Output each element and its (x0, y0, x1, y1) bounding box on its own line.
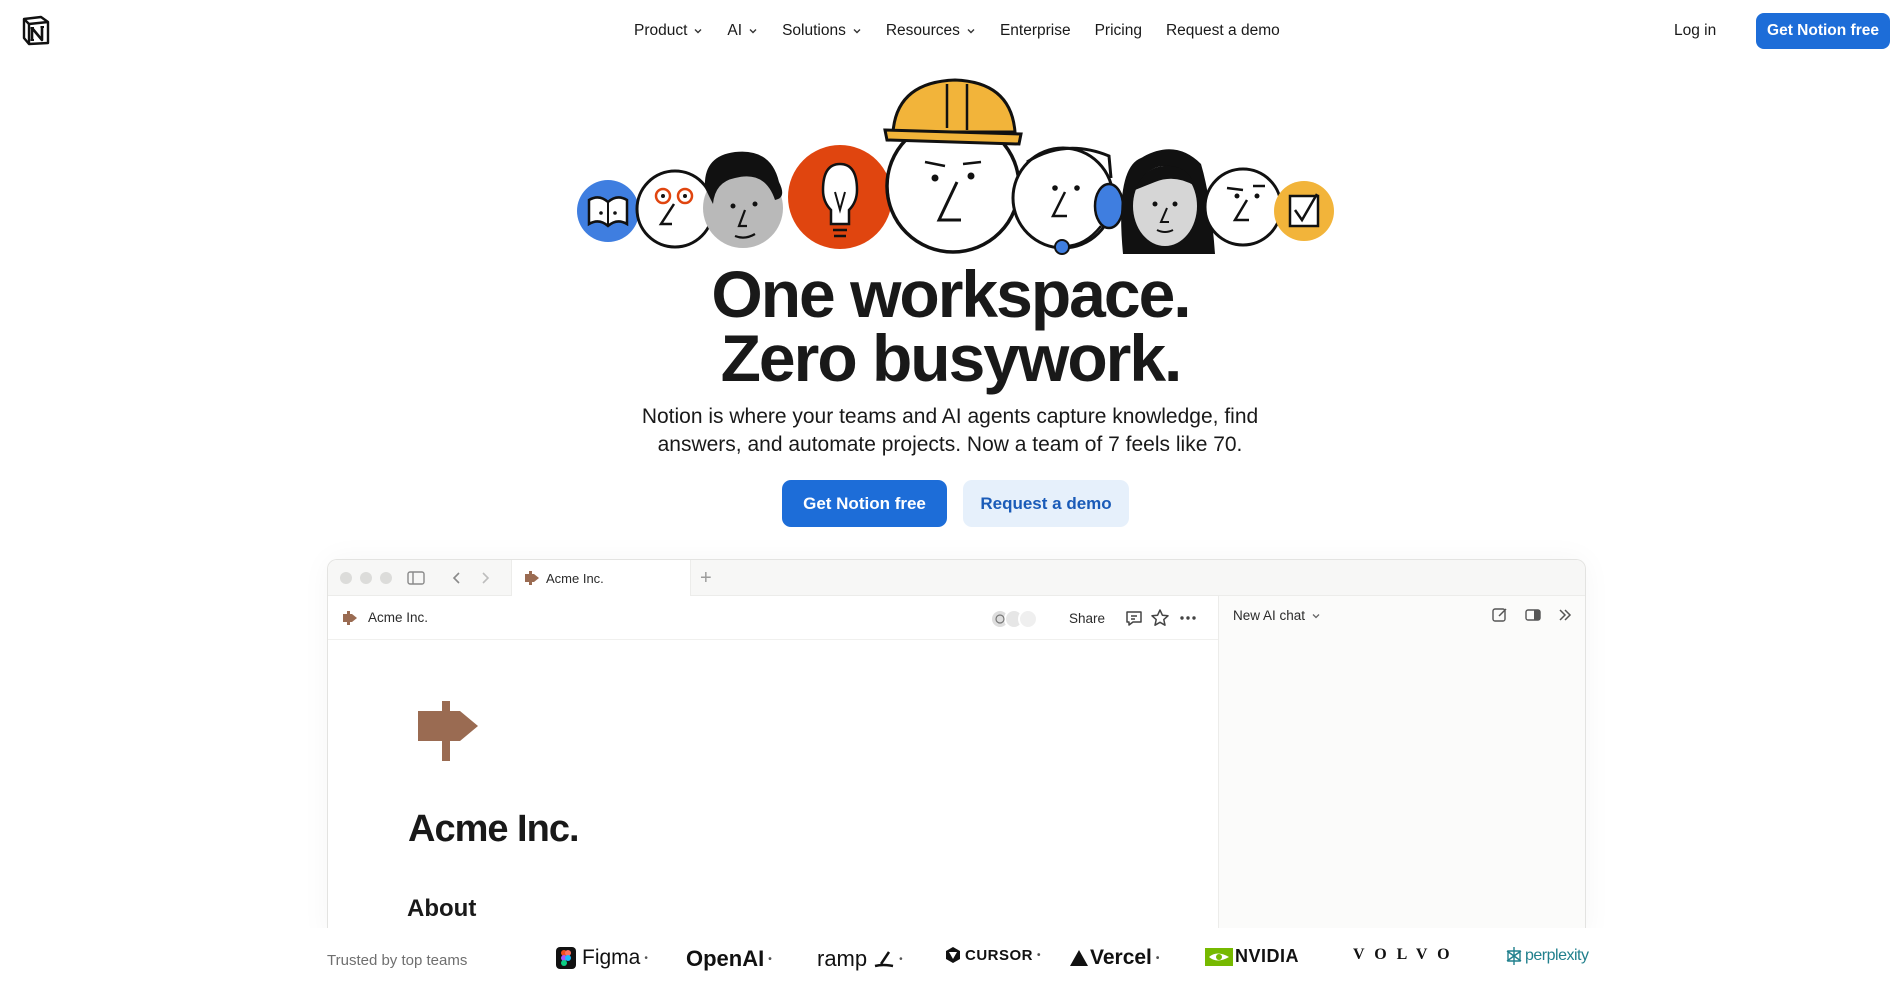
plain-face-icon (1203, 167, 1283, 247)
ramp-label: ramp (817, 946, 868, 971)
get-notion-free-button[interactable]: Get Notion free (782, 480, 947, 527)
app-window-preview: Acme Inc. + Acme Inc. Share Acme Inc. Ab… (327, 559, 1586, 939)
vercel-label: Vercel (1090, 946, 1152, 969)
perplexity-icon (1506, 947, 1522, 965)
star-icon[interactable] (1150, 608, 1170, 628)
nav-pricing[interactable]: Pricing (1083, 20, 1154, 42)
cursor-icon (946, 947, 960, 963)
new-tab-plus-icon[interactable]: + (700, 568, 712, 588)
hero-headline: One workspace. Zero busywork. (0, 257, 1901, 395)
nav-enterprise[interactable]: Enterprise (988, 20, 1083, 42)
headline-line-2: Zero busywork. (720, 321, 1183, 395)
collapse-panel-icon[interactable] (1556, 606, 1574, 624)
glasses-face-icon (635, 169, 715, 249)
nav-solutions-label: Solutions (782, 22, 846, 39)
ai-chat-title: New AI chat (1233, 608, 1306, 623)
volvo-label: VOLVO (1353, 946, 1460, 963)
hard-hat-face-icon (883, 78, 1023, 254)
share-button[interactable]: Share (1069, 611, 1105, 626)
window-minimize-dot[interactable] (360, 572, 372, 584)
ai-chat-panel: New AI chat (1219, 596, 1585, 939)
lightbulb-icon (788, 145, 892, 249)
back-arrow-icon[interactable] (448, 570, 466, 586)
perplexity-label: perplexity (1525, 947, 1589, 964)
signpost-icon (343, 610, 357, 625)
subtitle-line-2: answers, and automate projects. Now a te… (657, 433, 1243, 456)
openai-label: OpenAI (686, 946, 765, 971)
page-topbar: Acme Inc. Share (328, 596, 1218, 640)
chevron-down-icon (1312, 613, 1320, 618)
nav-solutions[interactable]: Solutions (770, 20, 874, 42)
cursor-logo: CURSOR • (945, 946, 1041, 964)
figma-label: Figma (582, 946, 641, 969)
headline-line-1: One workspace. (711, 257, 1191, 331)
more-options-icon[interactable] (1178, 608, 1198, 628)
window-titlebar: Acme Inc. + (328, 560, 1585, 596)
get-notion-free-nav-button[interactable]: Get Notion free (1756, 13, 1890, 49)
comment-icon[interactable] (1124, 608, 1144, 628)
nav-ai[interactable]: AI (715, 20, 770, 42)
nvidia-logo: NVIDIA (1205, 946, 1299, 967)
hero-cta-row: Get Notion free Request a demo (782, 480, 1129, 527)
breadcrumb-label: Acme Inc. (368, 610, 429, 625)
volvo-logo: VOLVO (1353, 946, 1460, 964)
nav-request-demo[interactable]: Request a demo (1154, 20, 1292, 42)
ai-chat-title-dropdown[interactable]: New AI chat (1233, 608, 1321, 623)
vercel-triangle-icon (1070, 950, 1088, 966)
subtitle-line-1: Notion is where your teams and AI agents… (641, 405, 1259, 428)
top-nav: Product AI Solutions Resources Enterpris… (0, 0, 1901, 62)
collaborator-avatars[interactable] (988, 609, 1044, 629)
openai-logo: OpenAI • (686, 946, 772, 971)
checkbox-face-icon (1274, 181, 1334, 241)
nvidia-eye-icon (1205, 947, 1233, 966)
hero-subtitle: Notion is where your teams and AI agents… (600, 403, 1300, 459)
nav-ai-label: AI (727, 22, 743, 39)
ramp-icon (874, 951, 894, 968)
page-content: Acme Inc. About (328, 640, 1218, 939)
trusted-label: Trusted by top teams (327, 952, 468, 969)
headset-face-icon (1011, 146, 1125, 255)
tab-acme[interactable]: Acme Inc. (511, 560, 691, 596)
page-title: Acme Inc. (408, 808, 580, 850)
figma-logo: Figma • (556, 946, 648, 970)
chevron-down-icon (749, 29, 757, 34)
book-face-icon (577, 180, 639, 242)
panel-layout-icon[interactable] (1524, 606, 1542, 624)
ramp-logo: ramp • (817, 946, 903, 971)
chevron-down-icon (967, 29, 975, 34)
nav-product-label: Product (634, 22, 688, 39)
login-link[interactable]: Log in (1674, 20, 1716, 42)
nav-resources-label: Resources (885, 22, 960, 39)
notion-logo-icon[interactable] (21, 15, 51, 46)
cursor-label: CURSOR (965, 946, 1034, 964)
window-zoom-dot[interactable] (380, 572, 392, 584)
page-signpost-icon (418, 701, 478, 761)
vercel-logo: Vercel • (1069, 946, 1159, 970)
nav-product[interactable]: Product (622, 20, 715, 42)
chevron-down-icon (853, 29, 861, 34)
request-demo-button[interactable]: Request a demo (963, 480, 1129, 527)
perplexity-logo: perplexity (1505, 946, 1589, 966)
signpost-icon (525, 571, 539, 585)
nav-resources[interactable]: Resources (874, 20, 988, 42)
section-heading-about: About (407, 895, 477, 922)
figma-icon (556, 947, 576, 969)
woman-face-icon (1121, 149, 1215, 254)
curly-hair-face-icon (703, 151, 783, 248)
chevron-down-icon (694, 29, 702, 34)
window-close-dot[interactable] (340, 572, 352, 584)
nvidia-label: NVIDIA (1235, 946, 1300, 966)
tab-label: Acme Inc. (546, 570, 604, 586)
new-chat-edit-icon[interactable] (1491, 606, 1509, 624)
page-breadcrumb[interactable]: Acme Inc. (342, 610, 428, 625)
forward-arrow-icon[interactable] (476, 570, 494, 586)
hero-illustration (577, 78, 1334, 255)
sidebar-toggle-icon[interactable] (407, 570, 425, 586)
trusted-logos-strip: Trusted by top teams Figma • OpenAI • ramp… (290, 928, 1620, 988)
